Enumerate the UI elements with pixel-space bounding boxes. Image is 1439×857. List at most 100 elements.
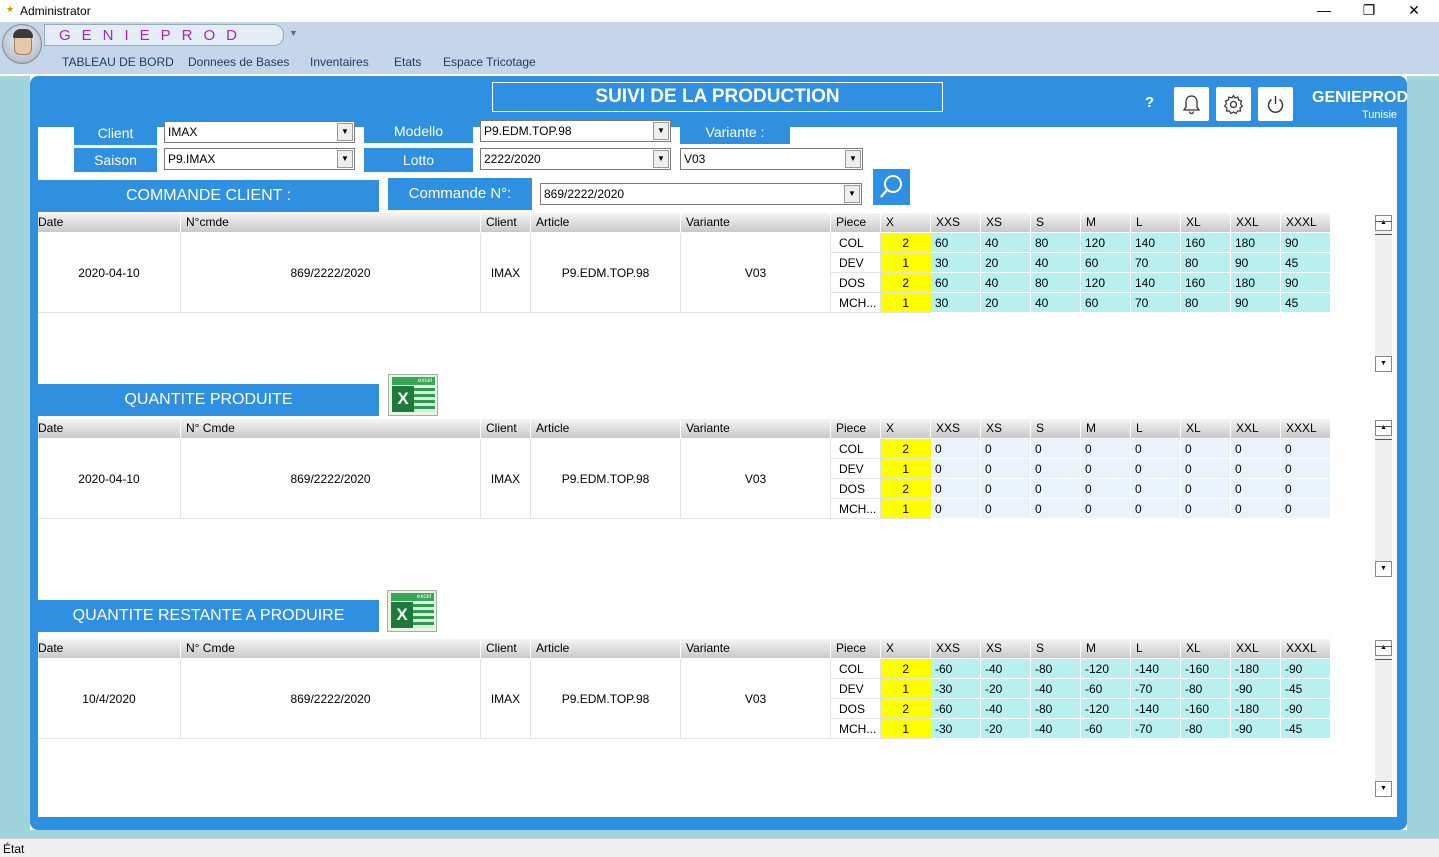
menu-inventaires[interactable]: Inventaires <box>310 55 369 69</box>
column-header[interactable]: Client <box>481 419 531 438</box>
piece-cell[interactable]: DOS <box>831 479 881 499</box>
size-column-header[interactable]: XS <box>981 639 1031 658</box>
size-value-cell[interactable]: -40 <box>981 659 1031 679</box>
size-column-header[interactable]: Piece <box>831 419 881 438</box>
size-value-cell[interactable]: -90 <box>1231 719 1281 739</box>
size-value-cell[interactable]: 0 <box>1231 499 1281 519</box>
column-header[interactable]: Article <box>531 639 681 658</box>
size-value-cell[interactable]: 0 <box>1131 459 1181 479</box>
size-value-cell[interactable]: 40 <box>1031 293 1081 313</box>
x-cell[interactable]: 2 <box>881 659 931 679</box>
size-value-cell[interactable]: 80 <box>1031 233 1081 253</box>
x-cell[interactable]: 2 <box>881 233 931 253</box>
size-value-cell[interactable]: 80 <box>1031 273 1081 293</box>
vertical-scrollbar[interactable]: ▲ ▼ <box>1375 420 1392 577</box>
size-value-cell[interactable]: 80 <box>1181 253 1231 273</box>
column-header[interactable]: N° Cmde <box>181 639 481 658</box>
chevron-down-icon[interactable]: ▼ <box>845 150 861 168</box>
chevron-down-icon[interactable]: ▼ <box>337 150 353 168</box>
column-header[interactable]: Variante <box>681 419 831 438</box>
vertical-scrollbar[interactable]: ▲ ▼ <box>1375 215 1392 372</box>
size-column-header[interactable]: XXS <box>931 639 981 658</box>
size-value-cell[interactable]: -45 <box>1281 719 1331 739</box>
size-value-cell[interactable]: 140 <box>1131 273 1181 293</box>
settings-button[interactable] <box>1216 87 1251 121</box>
table-cell-cmde[interactable]: 869/2222/2020 <box>181 659 481 739</box>
size-column-header[interactable]: X <box>881 419 931 438</box>
size-value-cell[interactable]: 60 <box>1081 293 1131 313</box>
size-value-cell[interactable]: 0 <box>1031 459 1081 479</box>
help-button[interactable]: ? <box>1145 94 1154 111</box>
column-header[interactable]: N°cmde <box>181 213 481 232</box>
size-value-cell[interactable]: 90 <box>1281 233 1331 253</box>
column-header[interactable]: Client <box>481 213 531 232</box>
size-value-cell[interactable]: 0 <box>981 439 1031 459</box>
size-column-header[interactable]: M <box>1081 419 1131 438</box>
table-cell-article[interactable]: P9.EDM.TOP.98 <box>531 439 681 519</box>
size-value-cell[interactable]: 0 <box>1181 499 1231 519</box>
size-value-cell[interactable]: -70 <box>1131 719 1181 739</box>
x-cell[interactable]: 1 <box>881 679 931 699</box>
table-cell-date[interactable]: 2020-04-10 <box>38 439 181 519</box>
scroll-thumb[interactable] <box>1375 221 1392 235</box>
size-value-cell[interactable]: -80 <box>1181 679 1231 699</box>
size-column-header[interactable]: Piece <box>831 639 881 658</box>
size-value-cell[interactable]: 0 <box>981 499 1031 519</box>
user-avatar-orb[interactable] <box>2 24 42 64</box>
size-value-cell[interactable]: 0 <box>1081 439 1131 459</box>
size-column-header[interactable]: S <box>1031 419 1081 438</box>
size-value-cell[interactable]: 180 <box>1231 233 1281 253</box>
table-cell-cmde[interactable]: 869/2222/2020 <box>181 233 481 313</box>
size-value-cell[interactable]: 0 <box>931 439 981 459</box>
size-value-cell[interactable]: 0 <box>1131 479 1181 499</box>
size-value-cell[interactable]: 40 <box>981 273 1031 293</box>
search-button[interactable] <box>873 169 910 205</box>
size-value-cell[interactable]: -40 <box>1031 679 1081 699</box>
size-value-cell[interactable]: -60 <box>1081 719 1131 739</box>
x-cell[interactable]: 2 <box>881 273 931 293</box>
table-cell-date[interactable]: 10/4/2020 <box>38 659 181 739</box>
minimize-button[interactable]: — <box>1301 0 1347 22</box>
column-header[interactable]: Date <box>38 639 181 658</box>
size-value-cell[interactable]: 0 <box>931 479 981 499</box>
piece-cell[interactable]: COL <box>831 233 881 253</box>
piece-cell[interactable]: COL <box>831 439 881 459</box>
size-value-cell[interactable]: 90 <box>1231 253 1281 273</box>
size-value-cell[interactable]: 70 <box>1131 253 1181 273</box>
size-value-cell[interactable]: 0 <box>1281 499 1331 519</box>
size-value-cell[interactable]: 40 <box>1031 253 1081 273</box>
column-header[interactable]: Date <box>38 419 181 438</box>
size-column-header[interactable]: XXXL <box>1281 639 1331 658</box>
piece-cell[interactable]: DEV <box>831 253 881 273</box>
variante-select[interactable]: V03 ▼ <box>680 148 863 170</box>
size-value-cell[interactable]: -160 <box>1181 699 1231 719</box>
size-column-header[interactable]: L <box>1131 419 1181 438</box>
size-column-header[interactable]: XXL <box>1231 213 1281 232</box>
size-value-cell[interactable]: 0 <box>1081 479 1131 499</box>
size-value-cell[interactable]: -45 <box>1281 679 1331 699</box>
table-cell-article[interactable]: P9.EDM.TOP.98 <box>531 659 681 739</box>
size-column-header[interactable]: X <box>881 639 931 658</box>
menu-donnees-de-bases[interactable]: Donnees de Bases <box>188 55 289 69</box>
x-cell[interactable]: 1 <box>881 499 931 519</box>
size-value-cell[interactable]: -40 <box>1031 719 1081 739</box>
size-value-cell[interactable]: 40 <box>981 233 1031 253</box>
size-value-cell[interactable]: -70 <box>1131 679 1181 699</box>
size-value-cell[interactable]: 0 <box>1031 439 1081 459</box>
column-header[interactable]: Variante <box>681 639 831 658</box>
client-select[interactable]: IMAX ▼ <box>164 121 355 143</box>
size-value-cell[interactable]: 0 <box>931 459 981 479</box>
size-value-cell[interactable]: 0 <box>931 499 981 519</box>
menu-tableau-de-bord[interactable]: TABLEAU DE BORD <box>62 55 174 69</box>
size-column-header[interactable]: XXXL <box>1281 213 1331 232</box>
size-value-cell[interactable]: -90 <box>1281 659 1331 679</box>
size-column-header[interactable]: L <box>1131 639 1181 658</box>
size-value-cell[interactable]: 0 <box>1181 479 1231 499</box>
size-column-header[interactable]: M <box>1081 639 1131 658</box>
scroll-thumb[interactable] <box>1375 426 1392 440</box>
size-value-cell[interactable]: 0 <box>1181 459 1231 479</box>
export-excel-button-restante[interactable]: excel X <box>387 590 437 632</box>
size-value-cell[interactable]: 160 <box>1181 233 1231 253</box>
size-value-cell[interactable]: -90 <box>1231 679 1281 699</box>
chevron-down-icon[interactable]: ▼ <box>653 150 669 168</box>
